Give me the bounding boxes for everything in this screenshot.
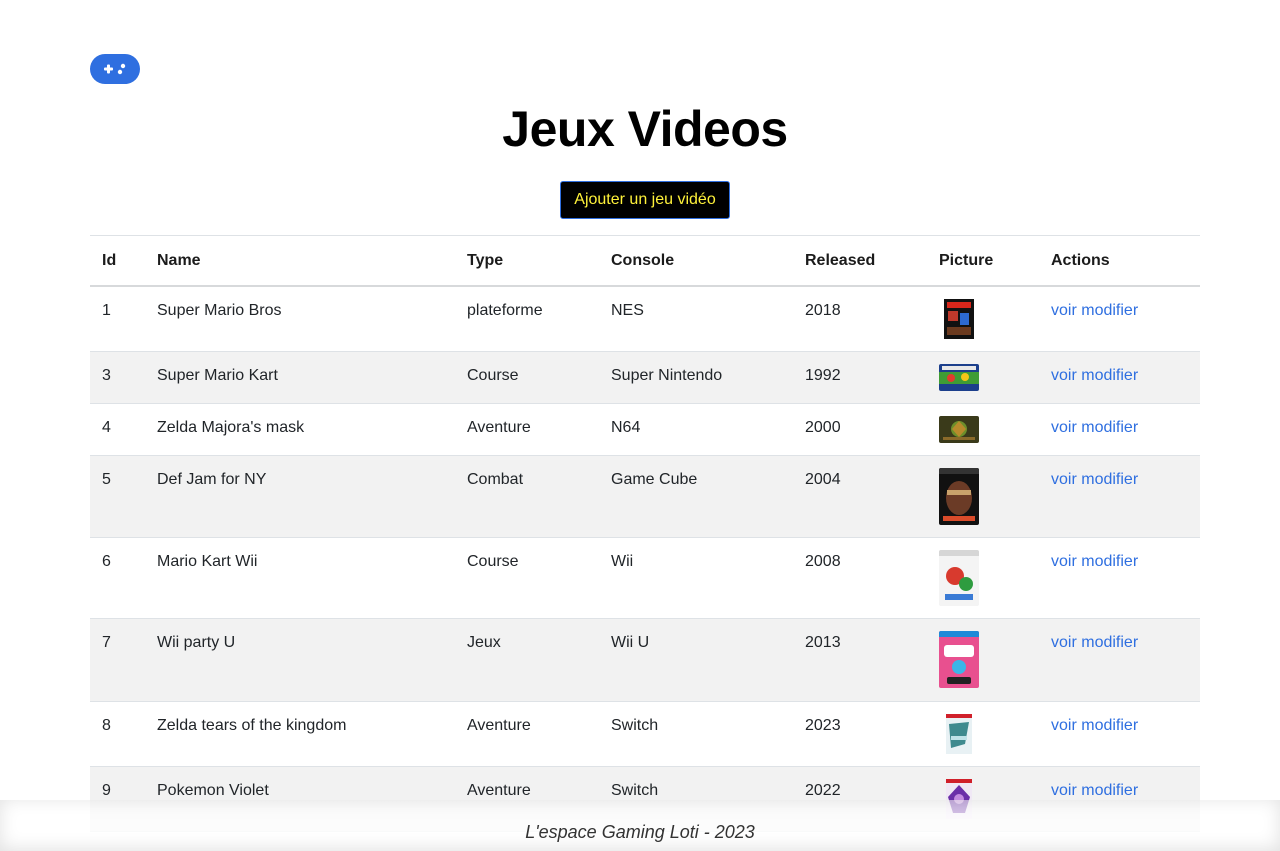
edit-link[interactable]: modifier	[1081, 553, 1138, 570]
cell-picture	[927, 455, 1039, 538]
view-link[interactable]: voir	[1051, 782, 1077, 799]
footer-text: L'espace Gaming Loti - 2023	[525, 822, 755, 842]
table-row: 1 Super Mario Bros plateforme NES 2018 v…	[90, 286, 1200, 352]
cell-console: Wii U	[599, 618, 793, 702]
gamepad-icon	[104, 63, 126, 75]
cell-released: 2008	[793, 537, 927, 619]
cell-name: Super Mario Bros	[145, 286, 455, 352]
cell-type: Aventure	[455, 701, 599, 767]
cell-released: 1992	[793, 351, 927, 404]
cell-released: 2023	[793, 701, 927, 767]
cell-name: Zelda tears of the kingdom	[145, 701, 455, 767]
game-cover-thumbnail	[946, 713, 972, 754]
edit-link[interactable]: modifier	[1081, 471, 1138, 488]
cell-actions: voir modifier	[1039, 455, 1200, 538]
view-link[interactable]: voir	[1051, 717, 1077, 734]
cell-type: Course	[455, 537, 599, 619]
cell-actions: voir modifier	[1039, 701, 1200, 767]
column-header-released: Released	[793, 235, 927, 287]
cell-name: Def Jam for NY	[145, 455, 455, 538]
cell-id: 1	[90, 286, 145, 352]
cell-picture	[927, 618, 1039, 702]
table-row: 8 Zelda tears of the kingdom Aventure Sw…	[90, 701, 1200, 767]
cell-actions: voir modifier	[1039, 351, 1200, 404]
cell-picture	[927, 403, 1039, 456]
page-title: Jeux Videos	[502, 101, 788, 157]
cell-id: 5	[90, 455, 145, 538]
cell-released: 2018	[793, 286, 927, 352]
game-cover-thumbnail	[939, 363, 979, 391]
cell-console: NES	[599, 286, 793, 352]
view-link[interactable]: voir	[1051, 553, 1077, 570]
cell-id: 4	[90, 403, 145, 456]
column-header-console: Console	[599, 235, 793, 287]
view-link[interactable]: voir	[1051, 634, 1077, 651]
cell-console: Super Nintendo	[599, 351, 793, 404]
cell-type: Combat	[455, 455, 599, 538]
table-row: 5 Def Jam for NY Combat Game Cube 2004 v…	[90, 455, 1200, 538]
cell-actions: voir modifier	[1039, 537, 1200, 619]
cell-picture	[927, 351, 1039, 404]
games-table: Id Name Type Console Released Picture Ac…	[90, 235, 1200, 832]
column-header-picture: Picture	[927, 235, 1039, 287]
view-link[interactable]: voir	[1051, 471, 1077, 488]
cell-name: Wii party U	[145, 618, 455, 702]
cell-console: Switch	[599, 701, 793, 767]
game-cover-thumbnail	[944, 299, 974, 339]
view-link[interactable]: voir	[1051, 419, 1077, 436]
cell-name: Zelda Majora's mask	[145, 403, 455, 456]
cell-id: 3	[90, 351, 145, 404]
cell-released: 2004	[793, 455, 927, 538]
cell-type: Aventure	[455, 403, 599, 456]
game-cover-thumbnail	[939, 415, 979, 443]
table-row: 3 Super Mario Kart Course Super Nintendo…	[90, 351, 1200, 404]
cell-picture	[927, 537, 1039, 619]
column-header-id: Id	[90, 235, 145, 287]
cell-type: plateforme	[455, 286, 599, 352]
game-cover-thumbnail	[939, 467, 979, 525]
cell-type: Jeux	[455, 618, 599, 702]
cell-name: Super Mario Kart	[145, 351, 455, 404]
game-cover-thumbnail	[939, 630, 979, 688]
table-row: 7 Wii party U Jeux Wii U 2013 voir modif…	[90, 618, 1200, 702]
edit-link[interactable]: modifier	[1081, 782, 1138, 799]
game-cover-thumbnail	[939, 549, 979, 606]
cell-id: 6	[90, 537, 145, 619]
table-row: 6 Mario Kart Wii Course Wii 2008 voir mo…	[90, 537, 1200, 619]
column-header-type: Type	[455, 235, 599, 287]
cell-name: Mario Kart Wii	[145, 537, 455, 619]
cell-id: 8	[90, 701, 145, 767]
home-logo-button[interactable]	[90, 54, 140, 84]
cell-picture	[927, 286, 1039, 352]
column-header-name: Name	[145, 235, 455, 287]
cell-type: Course	[455, 351, 599, 404]
table-header-row: Id Name Type Console Released Picture Ac…	[90, 235, 1200, 287]
cell-released: 2013	[793, 618, 927, 702]
edit-link[interactable]: modifier	[1081, 367, 1138, 384]
cell-id: 7	[90, 618, 145, 702]
cell-console: Wii	[599, 537, 793, 619]
edit-link[interactable]: modifier	[1081, 634, 1138, 651]
table-row: 4 Zelda Majora's mask Aventure N64 2000 …	[90, 403, 1200, 456]
cell-actions: voir modifier	[1039, 403, 1200, 456]
cell-picture	[927, 701, 1039, 767]
cell-console: Game Cube	[599, 455, 793, 538]
cell-released: 2000	[793, 403, 927, 456]
view-link[interactable]: voir	[1051, 302, 1077, 319]
column-header-actions: Actions	[1039, 235, 1200, 287]
cell-actions: voir modifier	[1039, 618, 1200, 702]
edit-link[interactable]: modifier	[1081, 302, 1138, 319]
add-game-button[interactable]: Ajouter un jeu vidéo	[560, 181, 730, 219]
edit-link[interactable]: modifier	[1081, 717, 1138, 734]
cell-actions: voir modifier	[1039, 286, 1200, 352]
view-link[interactable]: voir	[1051, 367, 1077, 384]
edit-link[interactable]: modifier	[1081, 419, 1138, 436]
cell-console: N64	[599, 403, 793, 456]
